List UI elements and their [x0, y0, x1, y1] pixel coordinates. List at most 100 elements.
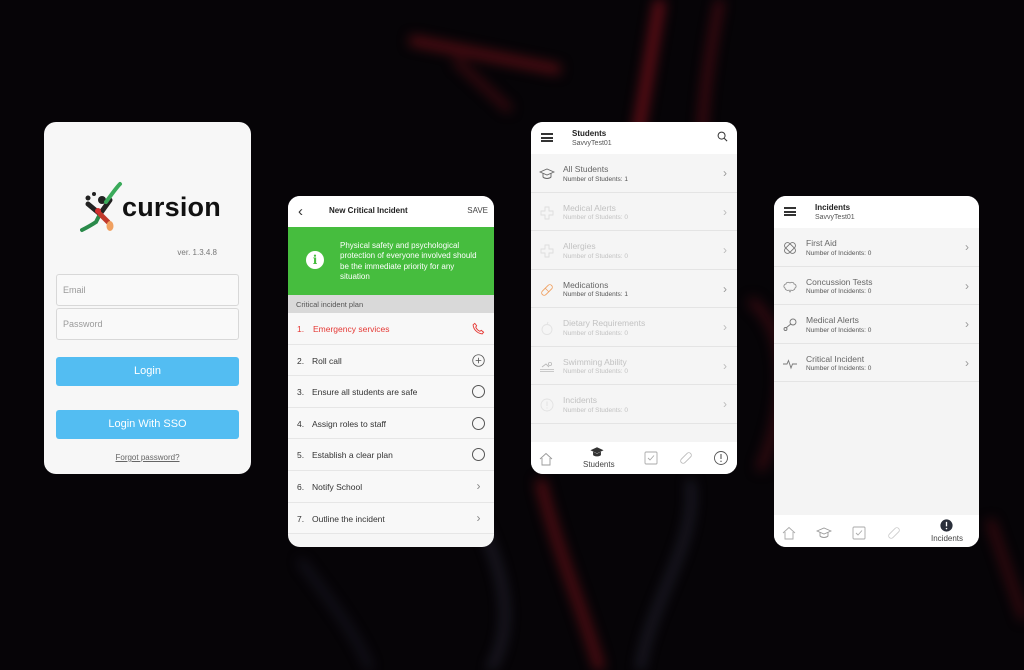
logo-text: cursion	[122, 192, 221, 222]
page-subtitle: SavvyTest01	[815, 214, 855, 221]
password-field[interactable]: Password	[56, 308, 239, 340]
plan-item-roll-call[interactable]: 2. Roll call	[288, 344, 494, 377]
row-subtitle: Number of Students: 0	[563, 214, 629, 221]
item-label: Emergency services	[313, 324, 390, 334]
stethoscope-icon	[783, 318, 797, 331]
graduation-cap-icon[interactable]	[816, 525, 832, 541]
list-item-medical-alerts[interactable]: Medical Alerts Number of Students: 0 ›	[531, 192, 737, 231]
plan-item-outline-incident[interactable]: 7. Outline the incident ›	[288, 502, 494, 535]
chevron-right-icon: ›	[723, 397, 727, 411]
info-icon: i	[306, 251, 324, 269]
save-button[interactable]: SAVE	[467, 206, 488, 215]
pill-icon[interactable]	[678, 450, 694, 466]
phone-icon[interactable]	[472, 322, 485, 335]
plus-circle-icon[interactable]	[472, 353, 485, 367]
row-title: Medical Alerts	[563, 202, 616, 213]
chevron-right-icon[interactable]: ›	[472, 511, 485, 525]
row-title: Allergies	[563, 241, 596, 251]
checklist-icon[interactable]	[851, 525, 867, 541]
row-subtitle: Number of Students: 0	[563, 329, 629, 337]
page-title: Incidents	[815, 203, 851, 212]
back-arrow-icon[interactable]: ‹	[298, 203, 303, 220]
checkbox-circle-icon[interactable]	[472, 385, 485, 399]
item-label: Roll call	[312, 355, 342, 366]
login-screen: cursion ver. 1.3.4.8 Email Password Logi…	[44, 122, 251, 474]
plan-item-notify-school[interactable]: 6. Notify School ›	[288, 470, 494, 503]
list-item-medical-alerts[interactable]: Medical Alerts Number of Incidents: 0 ›	[774, 305, 979, 344]
row-subtitle: Number of Incidents: 0	[806, 288, 872, 295]
email-field[interactable]: Email	[56, 274, 239, 306]
bandage-icon	[784, 242, 796, 254]
chevron-right-icon: ›	[965, 317, 969, 331]
plan-item-students-safe[interactable]: 3. Ensure all students are safe	[288, 376, 494, 408]
login-button[interactable]: Login	[56, 357, 239, 386]
row-subtitle: Number of Students: 1	[563, 175, 629, 183]
incidents-icon[interactable]	[940, 519, 953, 532]
list-item-medications[interactable]: Medications Number of Students: 1 ›	[531, 269, 737, 308]
medical-cross-icon	[540, 244, 554, 258]
swimmer-icon	[540, 361, 554, 372]
chevron-right-icon: ›	[723, 204, 727, 219]
graduation-cap-icon	[539, 168, 555, 179]
xcursion-logo: cursion	[80, 180, 221, 236]
chevron-right-icon: ›	[965, 278, 969, 293]
checkbox-circle-icon[interactable]	[472, 448, 485, 462]
home-icon[interactable]	[538, 451, 554, 467]
row-subtitle: Number of Incidents: 0	[806, 326, 872, 334]
heartbeat-icon	[783, 358, 797, 369]
hamburger-menu-icon[interactable]	[541, 133, 553, 142]
item-label: Ensure all students are safe	[312, 387, 418, 398]
search-icon[interactable]	[717, 131, 728, 142]
header: Incidents SavvyTest01	[774, 196, 979, 228]
plan-item-emergency-services[interactable]: 1. Emergency services	[288, 313, 494, 345]
list-item-dietary-requirements[interactable]: Dietary Requirements Number of Students:…	[531, 308, 737, 347]
item-number: 5.	[297, 450, 305, 461]
chevron-right-icon: ›	[723, 320, 727, 334]
list-item-all-students[interactable]: All Students Number of Students: 1 ›	[531, 154, 737, 193]
top-bar: ‹ New Critical Incident SAVE	[288, 196, 494, 227]
forgot-password-link[interactable]: Forgot password?	[44, 453, 251, 462]
alert-circle-icon	[540, 398, 554, 412]
row-subtitle: Number of Incidents: 0	[806, 365, 872, 372]
row-title: Swimming Ability	[563, 356, 627, 367]
row-subtitle: Number of Students: 0	[563, 252, 629, 260]
page-subtitle: SavvyTest01	[572, 140, 612, 147]
plan-item-clear-plan[interactable]: 5. Establish a clear plan	[288, 439, 494, 471]
hamburger-menu-icon[interactable]	[784, 207, 796, 216]
plan-item-assign-roles[interactable]: 4. Assign roles to staff	[288, 407, 494, 440]
plan-list: 1. Emergency services 2. Roll call 3. En…	[288, 313, 494, 535]
list-item-allergies[interactable]: Allergies Number of Students: 0 ›	[531, 231, 737, 270]
item-label: Assign roles to staff	[312, 418, 387, 429]
chevron-right-icon: ›	[723, 281, 727, 296]
list-item-swimming-ability[interactable]: Swimming Ability Number of Students: 0 ›	[531, 346, 737, 385]
item-number: 2.	[297, 355, 305, 366]
login-sso-button[interactable]: Login With SSO	[56, 410, 239, 439]
list-item-critical-incident[interactable]: Critical Incident Number of Incidents: 0…	[774, 343, 979, 382]
medical-cross-icon	[540, 206, 554, 219]
pill-icon[interactable]	[886, 525, 902, 541]
item-number: 4.	[297, 418, 305, 429]
critical-incident-screen: ‹ New Critical Incident SAVE i Physical …	[288, 196, 494, 547]
incidents-icon[interactable]	[713, 450, 729, 466]
page-title: New Critical Incident	[329, 206, 408, 215]
graduation-cap-icon[interactable]	[590, 445, 604, 459]
list-item-incidents[interactable]: Incidents Number of Students: 0 ›	[531, 385, 737, 424]
row-subtitle: Number of Students: 1	[563, 291, 629, 298]
item-number: 1.	[297, 324, 305, 334]
row-subtitle: Number of Students: 0	[563, 368, 629, 375]
checklist-icon[interactable]	[643, 450, 659, 466]
safety-banner: i Physical safety and psychological prot…	[288, 227, 494, 295]
list-item-first-aid[interactable]: First Aid Number of Incidents: 0 ›	[774, 228, 979, 267]
list-item-concussion-tests[interactable]: Concussion Tests Number of Incidents: 0 …	[774, 266, 979, 305]
tab-incidents[interactable]: Incidents	[931, 534, 963, 543]
students-list: All Students Number of Students: 1 › Med…	[531, 154, 737, 424]
header: Students SavvyTest01	[531, 122, 737, 154]
checkbox-circle-icon[interactable]	[472, 416, 485, 430]
tab-students[interactable]: Students	[583, 460, 615, 469]
chevron-right-icon: ›	[965, 240, 969, 254]
row-title: Incidents	[563, 395, 598, 405]
row-title: Dietary Requirements	[563, 318, 646, 328]
chevron-right-icon[interactable]: ›	[472, 479, 485, 493]
home-icon[interactable]	[781, 525, 797, 541]
logo-figure-icon	[80, 182, 122, 232]
